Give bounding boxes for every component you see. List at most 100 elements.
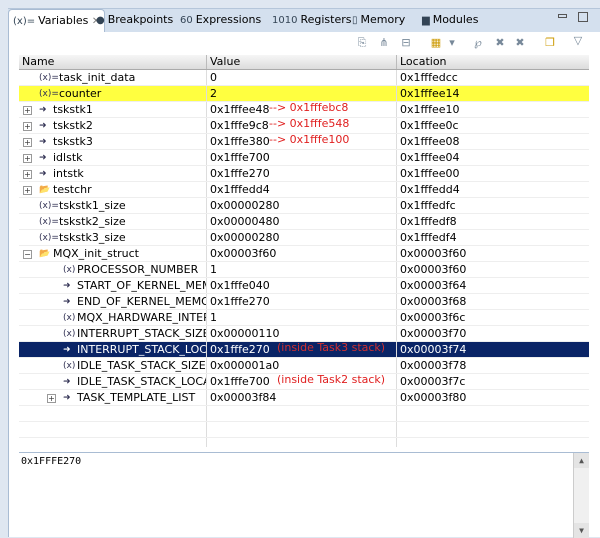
column-header-value[interactable]: Value [207,55,397,69]
name-cell: (x)= tskstk3_size [19,230,207,245]
value-cell[interactable]: 0x000001a0 [207,358,397,373]
struct-icon: 📂 [39,185,51,195]
table-row[interactable]: (x) IDLE_TASK_STACK_SIZE 0x000001a0 0x00003… [19,358,589,374]
value-cell[interactable]: 0x1fffe270 (inside Task3 stack) [207,342,397,357]
tab-memory[interactable]: ▯ Memory [348,9,409,33]
table-row[interactable]: ➜ INTERRUPT_STACK_LOCATION0x1fffe270 (insi… [19,342,589,358]
table-row[interactable]: + ➜ TASK_TEMPLATE_LIST 0x00003f84 0x00003f80 [19,390,589,406]
value-cell[interactable]: 2 [207,86,397,101]
location-cell: 0x00003f64 [400,279,467,292]
table-row[interactable]: + ➜ tskstk2 0x1fffe9c8 --> 0x1fffe548 0x1fffe… [19,118,589,134]
collapse-all-icon[interactable]: ⊟ [399,36,413,50]
value-cell[interactable]: 0x00000280 [207,230,397,245]
show-logical-structure-icon[interactable]: ⋔ [377,36,391,50]
variables-icon: (x)= [13,16,36,27]
minimize-button[interactable] [558,14,567,18]
table-row[interactable]: ➜ START_OF_KERNEL_MEMORY 0x1fffe040 0x00003… [19,278,589,294]
table-row[interactable]: (x)= task_init_data 0 0x1fffedcc [19,70,589,86]
expand-icon[interactable]: + [23,138,32,147]
value-cell[interactable]: 0x1fffee48 --> 0x1fffebc8 [207,102,397,117]
remove-icon[interactable]: ✖ [493,36,507,50]
table-row[interactable]: ➜ IDLE_TASK_STACK_LOCATION 0x1fffe700 (insi… [19,374,589,390]
table-row[interactable]: + ➜ tskstk1 0x1fffee48 --> 0x1fffebc8 0x1fffe… [19,102,589,118]
new-view-icon[interactable]: ❐ [543,36,557,50]
maximize-button[interactable] [578,12,588,22]
table-row[interactable]: (x)= tskstk3_size 0x00000280 0x1fffedf4 [19,230,589,246]
layout-dropdown-icon[interactable]: ▾ [445,36,459,50]
expand-icon[interactable]: + [23,122,32,131]
tab-modules[interactable]: ▆ Modules [418,9,482,33]
variable-icon: (x)= [39,233,59,243]
pointer-field-icon: ➜ [63,345,71,355]
variable-name: tskstk3 [53,135,93,148]
location-cell: 0x1fffee04 [400,151,460,164]
value-cell[interactable]: 0x1fffedd4 [207,182,397,197]
variable-name: IDLE_TASK_STACK_SIZE [77,359,206,372]
tab-breakpoints[interactable]: ● Breakpoints [92,9,177,33]
variable-icon: (x)= [39,201,59,211]
scroll-down-icon[interactable]: ▼ [574,523,589,538]
value-cell[interactable]: 0 [207,70,397,85]
remove-all-icon[interactable]: ✖ [513,36,527,50]
variable-value: 0x1fffe270 [210,167,270,180]
table-row[interactable]: (x) INTERRUPT_STACK_SIZE 0x00000110 0x00003… [19,326,589,342]
table-row[interactable]: (x)= counter 2 0x1fffee14 [19,86,589,102]
table-row[interactable]: (x)= tskstk2_size 0x00000480 0x1fffedf8 [19,214,589,230]
value-cell[interactable]: 0x1fffe700 (inside Task2 stack) [207,374,397,389]
add-watch-icon[interactable]: ℘ [471,36,485,50]
expand-icon[interactable]: + [23,170,32,179]
value-cell[interactable]: 0x1fffe040 [207,278,397,293]
table-row[interactable]: ➜ END_OF_KERNEL_MEMORY 0x1fffe270 0x00003f6… [19,294,589,310]
variable-value: 0x00000280 [210,231,280,244]
table-row[interactable]: + ➜ idlstk 0x1fffe700 0x1fffee04 [19,150,589,166]
collapse-icon[interactable]: − [23,250,32,259]
value-cell[interactable]: 1 [207,262,397,277]
variable-name: START_OF_KERNEL_MEMORY [77,279,206,292]
column-header-location[interactable]: Location [397,55,589,69]
variable-value: 1 [210,311,217,324]
tab-variables[interactable]: (x)= Variables ✕ [8,9,106,33]
show-type-names-icon[interactable]: ⎘ [355,36,369,50]
table-row[interactable]: + ➜ intstk 0x1fffe270 0x1fffee00 [19,166,589,182]
name-cell: − 📂 MQX_init_struct [19,246,207,261]
value-cell[interactable]: 0x1fffe9c8 --> 0x1fffe548 [207,118,397,133]
pointer-icon: ➜ [39,153,47,163]
table-row[interactable]: (x)MQX_HARDWARE_INTERRUPT_LEVEL_MAX10x00… [19,310,589,326]
empty-row [19,406,589,422]
table-row[interactable]: − 📂 MQX_init_struct 0x00003f60 0x00003f60 [19,246,589,262]
name-cell: (x)= tskstk1_size [19,198,207,213]
layout-icon[interactable]: ▦ [429,36,443,50]
value-cell[interactable]: 0x1fffe380 --> 0x1fffe100 [207,134,397,149]
detail-pane[interactable]: 0x1FFFE270 ▲ ▼ [19,452,589,538]
table-row[interactable]: + 📂 testchr 0x1fffedd4 0x1fffedd4 [19,182,589,198]
detail-scrollbar[interactable]: ▲ ▼ [573,453,589,538]
value-cell[interactable]: 0x1fffe270 [207,294,397,309]
variables-table: Name Value Location (x)= task_init_data 0 0… [19,55,589,447]
view-menu-icon[interactable]: ▽ [571,34,585,48]
table-row[interactable]: (x) PROCESSOR_NUMBER 1 0x00003f60 [19,262,589,278]
expand-icon[interactable]: + [23,186,32,195]
column-header-name[interactable]: Name [19,55,207,69]
value-cell[interactable]: 0x00003f84 [207,390,397,405]
value-cell[interactable]: 0x00000480 [207,214,397,229]
value-cell[interactable]: 1 [207,310,397,325]
value-cell[interactable]: 0x1fffe700 [207,150,397,165]
variable-value: 0x1fffe700 [210,375,270,388]
tab-label: Memory [360,13,406,26]
variable-name: END_OF_KERNEL_MEMORY [77,295,206,308]
table-row[interactable]: + ➜ tskstk3 0x1fffe380 --> 0x1fffe100 0x1fffe… [19,134,589,150]
value-cell[interactable]: 0x00000110 [207,326,397,341]
scroll-up-icon[interactable]: ▲ [574,453,589,468]
value-cell[interactable]: 0x1fffe270 [207,166,397,181]
name-cell: + ➜ idlstk [19,150,207,165]
value-cell[interactable]: 0x00000280 [207,198,397,213]
table-row[interactable]: (x)= tskstk1_size 0x00000280 0x1fffedfc [19,198,589,214]
expand-icon[interactable]: + [23,106,32,115]
annotation-note: --> 0x1fffe548 [269,118,350,130]
value-cell[interactable]: 0x00003f60 [207,246,397,261]
expand-icon[interactable]: + [23,154,32,163]
expand-icon[interactable]: + [47,394,56,403]
name-cell: + ➜ tskstk1 [19,102,207,117]
tab-expressions[interactable]: 60 Expressions [176,9,265,33]
tab-registers[interactable]: 1010 Registers [268,9,355,33]
